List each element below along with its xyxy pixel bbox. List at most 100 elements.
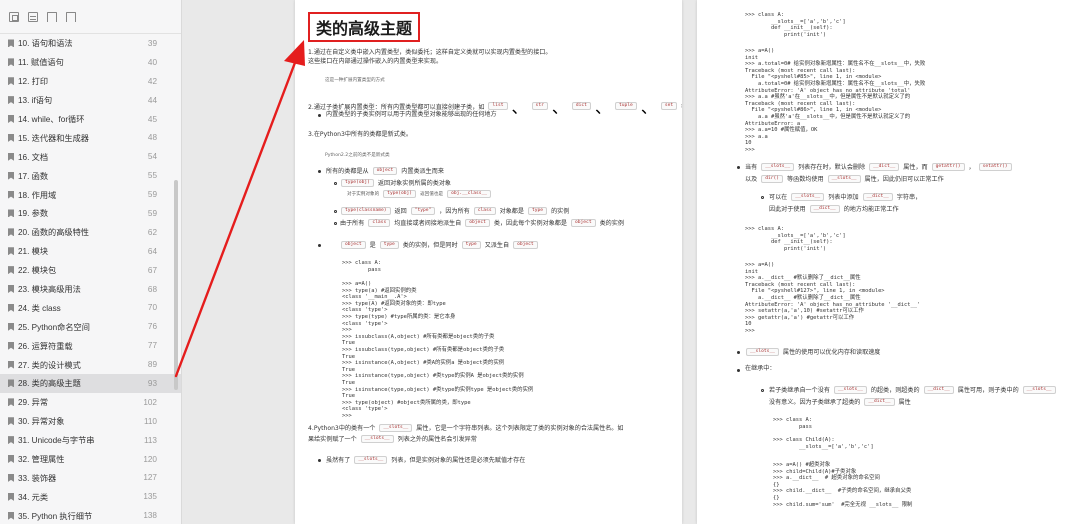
toc-item-label: 17. 函数 [18, 171, 49, 181]
code-block-class-a: >>> class A: pass [342, 260, 381, 273]
bookmark-icon [8, 96, 14, 105]
outline-view-icon[interactable] [28, 11, 38, 22]
thumbnail-view-icon[interactable] [9, 11, 19, 22]
bookmark-icon [8, 171, 14, 180]
bullet [737, 369, 740, 372]
code-block-dict-demo: >>> a=A() init >>> a.__dict__ #默认删除了__di… [745, 262, 921, 334]
toc-item-page-number: 138 [143, 511, 157, 521]
toc-item[interactable]: 19. 参数 59 [0, 204, 181, 223]
toc-item-page-number: 70 [147, 303, 157, 313]
toc-item-label: 15. 迭代器和生成器 [18, 133, 89, 143]
toc-item[interactable]: 13. if语句 44 [0, 91, 181, 110]
toc-item-label: 34. 元类 [18, 492, 49, 502]
toc-item-label: 27. 类的设计模式 [18, 360, 81, 370]
bullet [318, 114, 321, 117]
bookmark-icon [8, 77, 14, 86]
toc-item-label: 16. 文档 [18, 152, 49, 162]
bullet [318, 244, 321, 247]
toc-item[interactable]: 29. 异常 102 [0, 393, 181, 412]
sidebar-toolbar [0, 0, 181, 34]
note-3: Python2.2之前的类不是新式类 [325, 153, 390, 158]
code-block-child-class: >>> class Child(A): __slots__=['a','b','… [773, 437, 874, 450]
bookmark-icon [8, 303, 14, 312]
toc-item[interactable]: 12. 打印 42 [0, 72, 181, 91]
bullet [737, 351, 740, 354]
toc-item[interactable]: 24. 类 class 70 [0, 298, 181, 317]
toc-item[interactable]: 14. while、for循环 45 [0, 110, 181, 129]
bullet-slots-assign: 虽然有了 __slots__ 列表，但是实例对象的属性还是必须先赋值才存在 [326, 455, 526, 464]
bookmark-icon [8, 322, 14, 331]
toc-item-label: 26. 运算符重载 [18, 341, 73, 351]
bullet [737, 166, 740, 169]
paragraph-4a: 4.Python3中的类有一个 __slots__ 属性，它是一个字符串列表。这… [308, 423, 624, 432]
bookmark-icon [8, 133, 14, 142]
toc-item-page-number: 135 [143, 492, 157, 502]
toc-item[interactable]: 20. 函数的高级特性 62 [0, 223, 181, 242]
toc-item[interactable]: 27. 类的设计模式 89 [0, 355, 181, 374]
toc-item-page-number: 48 [147, 133, 157, 143]
toc-item[interactable]: 31. Unicode与字节串 113 [0, 431, 181, 450]
toc-item-page-number: 89 [147, 360, 157, 370]
sub-note-type-obj: 对于实例对象的 type(obj) 返回值也是 obj.__class__ [347, 190, 492, 198]
bookmark-add-icon[interactable] [66, 11, 76, 22]
bookmark-icon [8, 360, 14, 369]
toc-item-label: 19. 参数 [18, 209, 49, 219]
bookmark-icon [8, 285, 14, 294]
toc-item-label: 13. if语句 [18, 96, 53, 106]
toc-item-label: 11. 赋值语句 [18, 58, 64, 68]
toc-item-label: 22. 模块包 [18, 266, 57, 276]
toc-item-label: 35. Python 执行细节 [18, 511, 93, 521]
toc-item[interactable]: 33. 装饰器 127 [0, 468, 181, 487]
toc-item-page-number: 59 [147, 190, 157, 200]
toc-item-page-number: 120 [143, 454, 157, 464]
toc-item-page-number: 54 [147, 152, 157, 162]
toc-item[interactable]: 18. 作用域 59 [0, 185, 181, 204]
toc-item-page-number: 40 [147, 57, 157, 67]
paragraph-4b: 果给实例赋了一个 __slots__ 列表之外的属性名会引发异常 [308, 434, 477, 443]
code-block-inherit-demo: >>> a=A() #超类对象 >>> child=Child(A)#子类对象 … [773, 462, 913, 508]
toc-item[interactable]: 11. 赋值语句 40 [0, 53, 181, 72]
toc-item[interactable]: 16. 文档 54 [0, 147, 181, 166]
toc-item[interactable]: 35. Python 执行细节 138 [0, 506, 181, 524]
bookmark-icon [8, 39, 14, 48]
toc-item[interactable]: 10. 语句和语法 39 [0, 34, 181, 53]
toc-item[interactable]: 17. 函数 55 [0, 166, 181, 185]
toc-item[interactable]: 26. 运算符重载 77 [0, 336, 181, 355]
bookmark-icon[interactable] [47, 11, 57, 22]
bookmark-icon [8, 209, 14, 218]
toc-item-label: 14. while、for循环 [18, 115, 85, 124]
toc-item-label: 12. 打印 [18, 77, 49, 87]
toc-item-page-number: 127 [143, 473, 157, 483]
bullet-object-type: object 是 type 类的实例，但是同时 type 又派生自 object [340, 240, 539, 249]
toc-item[interactable]: 34. 元类 135 [0, 487, 181, 506]
toc-item-page-number: 39 [147, 38, 157, 48]
sub-bullet-type-obj: type(obj) 返回对象实例所属的类对象 [340, 178, 451, 187]
bullet [334, 222, 337, 225]
sub-bullet-inherit-dict-cont: 没有意义。因为子类继承了超类的 __dict__ 属性 [769, 397, 911, 406]
bullet-inheritance: 在继承中： [745, 365, 776, 372]
toc-item-label: 20. 函数的高级特性 [18, 228, 89, 238]
toc-item-page-number: 68 [147, 284, 157, 294]
toc-item[interactable]: 15. 迭代器和生成器 48 [0, 128, 181, 147]
toc-item-label: 10. 语句和语法 [18, 39, 73, 49]
toc-item-page-number: 59 [147, 208, 157, 218]
toc-item[interactable]: 25. Python命名空间 76 [0, 317, 181, 336]
toc-item[interactable]: 30. 异常对象 110 [0, 412, 181, 431]
toc-item-page-number: 42 [147, 76, 157, 86]
toc-item[interactable]: 23. 模块高级用法 68 [0, 280, 181, 299]
section-title-box: 类的高级主题 [308, 12, 421, 42]
toc-item-label: 30. 异常对象 [18, 417, 65, 427]
toc-item-label: 33. 装饰器 [18, 473, 57, 483]
toc-item-page-number: 44 [147, 95, 157, 105]
sidebar-scrollbar[interactable] [174, 180, 178, 390]
toc-item[interactable]: 28. 类的高级主题 93 [0, 374, 181, 393]
toc-item[interactable]: 21. 模块 64 [0, 242, 181, 261]
bullet [761, 196, 764, 199]
note-1: 这是一种扩展内置类型的方式 [325, 78, 385, 83]
bullet [334, 182, 337, 185]
code-block-super-class: >>> class A: pass [773, 417, 812, 430]
toc-item[interactable]: 32. 管理属性 120 [0, 450, 181, 469]
outline-sidebar: 10. 语句和语法 39 11. 赋值语句 40 12. 打印 42 13. if语句 44 1… [0, 0, 182, 524]
toc-item-page-number: 93 [147, 378, 157, 388]
toc-item[interactable]: 22. 模块包 67 [0, 261, 181, 280]
